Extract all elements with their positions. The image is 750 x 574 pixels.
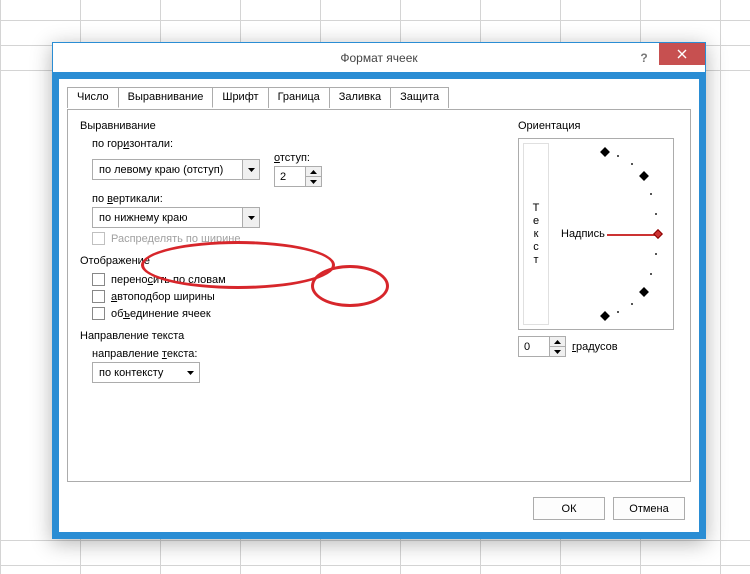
dropdown-icon [242,160,259,179]
checkbox-box [92,273,105,286]
tab-border[interactable]: Граница [268,87,330,108]
dialog-title: Формат ячеек [53,51,705,65]
checkbox-box [92,232,105,245]
close-button[interactable] [659,43,705,65]
dropdown-icon [182,363,199,382]
shrink-to-fit-checkbox[interactable]: автоподбор ширины [92,290,500,303]
spinner-down-button[interactable] [306,176,321,186]
merge-label: объединение ячеек [111,308,211,320]
group-direction-label: Направление текста [80,330,500,342]
orientation-marker-selected[interactable] [653,229,663,239]
spinner-up-button[interactable] [306,167,321,176]
justify-distributed-checkbox: Распределять по ширине [92,232,500,245]
format-cells-dialog: Формат ячеек ? Число Выравнивание Шрифт … [52,42,706,539]
group-alignment-label: Выравнивание [80,120,500,132]
vertical-select[interactable]: по нижнему краю [92,207,260,228]
spinner-up-button[interactable] [550,337,565,346]
wrap-text-checkbox[interactable]: переносить по словам [92,273,500,286]
horizontal-label: по горизонтали: [92,138,500,150]
tab-alignment[interactable]: Выравнивание [118,87,214,108]
vertical-select-value: по нижнему краю [93,212,242,224]
spinner-down-button[interactable] [550,346,565,356]
orientation-marker[interactable] [639,287,649,297]
close-icon [677,49,687,59]
tab-fill[interactable]: Заливка [329,87,391,108]
cancel-button[interactable]: Отмена [613,497,685,520]
checkbox-box [92,290,105,303]
degrees-value: 0 [519,337,549,356]
group-orientation-label: Ориентация [518,120,678,132]
orientation-arc[interactable]: Надпись [553,143,669,325]
indent-value: 2 [275,167,305,186]
tabstrip: Число Выравнивание Шрифт Граница Заливка… [67,86,699,107]
orientation-marker[interactable] [600,147,610,157]
justify-distributed-label: Распределять по ширине [111,233,240,245]
checkbox-box [92,307,105,320]
orientation-vertical-text-button[interactable]: Текст [523,143,549,325]
degrees-spinner[interactable]: 0 [518,336,566,357]
indent-spinner[interactable]: 2 [274,166,322,187]
merge-cells-checkbox[interactable]: объединение ячеек [92,307,500,320]
titlebar[interactable]: Формат ячеек ? [53,43,705,73]
tab-number[interactable]: Число [67,87,119,108]
orientation-control[interactable]: Текст Надпись [518,138,674,330]
tab-panel-alignment: Выравнивание по горизонтали: по левому к… [67,109,691,482]
group-display-label: Отображение [80,255,500,267]
vertical-label: по вертикали: [92,193,500,205]
dialog-body: Число Выравнивание Шрифт Граница Заливка… [53,73,705,538]
ok-button[interactable]: ОК [533,497,605,520]
degrees-label: градусов [572,341,618,353]
wrap-text-label: переносить по словам [111,274,226,286]
tab-font[interactable]: Шрифт [212,87,268,108]
orientation-marker[interactable] [639,171,649,181]
horizontal-select[interactable]: по левому краю (отступ) [92,159,260,180]
shrink-label: автоподбор ширины [111,291,215,303]
text-direction-value: по контексту [93,367,182,379]
indent-label: отступ: [274,152,322,164]
dialog-footer: ОК Отмена [533,497,685,520]
orientation-label-center: Надпись [561,228,605,240]
dropdown-icon [242,208,259,227]
horizontal-select-value: по левому краю (отступ) [93,164,242,176]
orientation-indicator-line [607,234,655,236]
tab-protection[interactable]: Защита [390,87,449,108]
help-button[interactable]: ? [629,43,659,72]
text-direction-select[interactable]: по контексту [92,362,200,383]
orientation-marker[interactable] [600,311,610,321]
text-direction-label: направление текста: [92,348,500,360]
